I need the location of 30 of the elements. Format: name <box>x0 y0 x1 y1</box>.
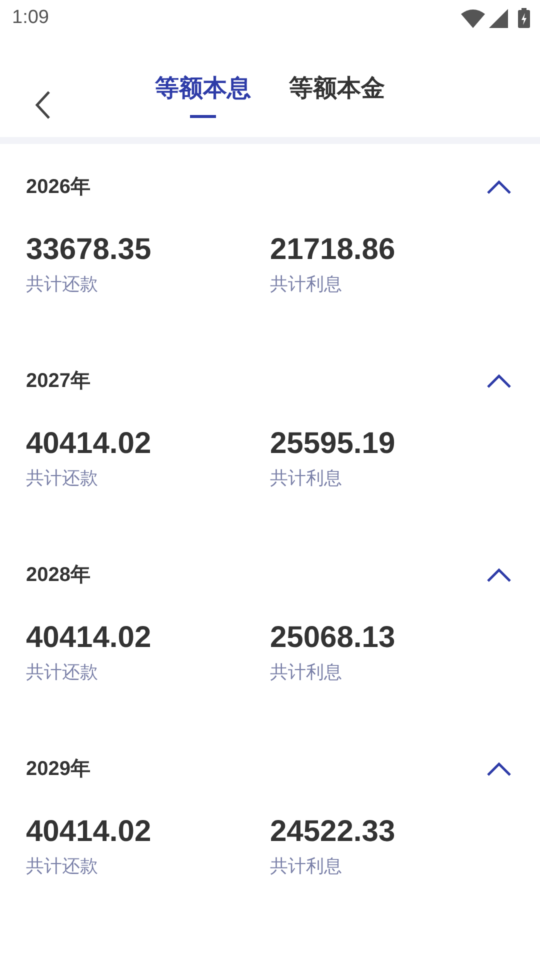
wifi-icon <box>461 8 485 28</box>
total-payment-label: 共计还款 <box>26 661 99 683</box>
total-payment-value: 40414.02 <box>26 621 152 655</box>
total-interest-label: 共计利息 <box>270 273 343 295</box>
year-heading: 2028年 <box>26 563 90 588</box>
total-payment-label: 共计还款 <box>26 855 99 877</box>
year-heading: 2027年 <box>26 369 90 394</box>
total-interest-label: 共计利息 <box>270 661 343 683</box>
total-interest-value: 25068.13 <box>270 621 396 655</box>
year-heading: 2029年 <box>26 757 90 782</box>
collapse-icon[interactable] <box>486 761 512 777</box>
tab[interactable]: 等额本金 <box>289 60 385 118</box>
total-interest-value: 24522.33 <box>270 815 396 849</box>
total-interest-label: 共计利息 <box>270 467 343 489</box>
year-heading: 2026年 <box>26 175 90 200</box>
collapse-icon[interactable] <box>486 373 512 389</box>
total-interest-value: 21718.86 <box>270 233 396 267</box>
collapse-icon[interactable] <box>486 179 512 195</box>
signal-icon <box>489 8 508 28</box>
status-time: 1:09 <box>12 6 49 30</box>
battery-icon <box>518 8 530 28</box>
total-interest-label: 共计利息 <box>270 855 343 877</box>
total-interest-value: 25595.19 <box>270 427 396 461</box>
collapse-icon[interactable] <box>486 567 512 583</box>
total-payment-label: 共计还款 <box>26 273 99 295</box>
total-payment-value: 33678.35 <box>26 233 152 267</box>
tab[interactable]: 等额本息 <box>155 60 251 118</box>
total-payment-value: 40414.02 <box>26 427 152 461</box>
total-payment-label: 共计还款 <box>26 467 99 489</box>
total-payment-value: 40414.02 <box>26 815 152 849</box>
